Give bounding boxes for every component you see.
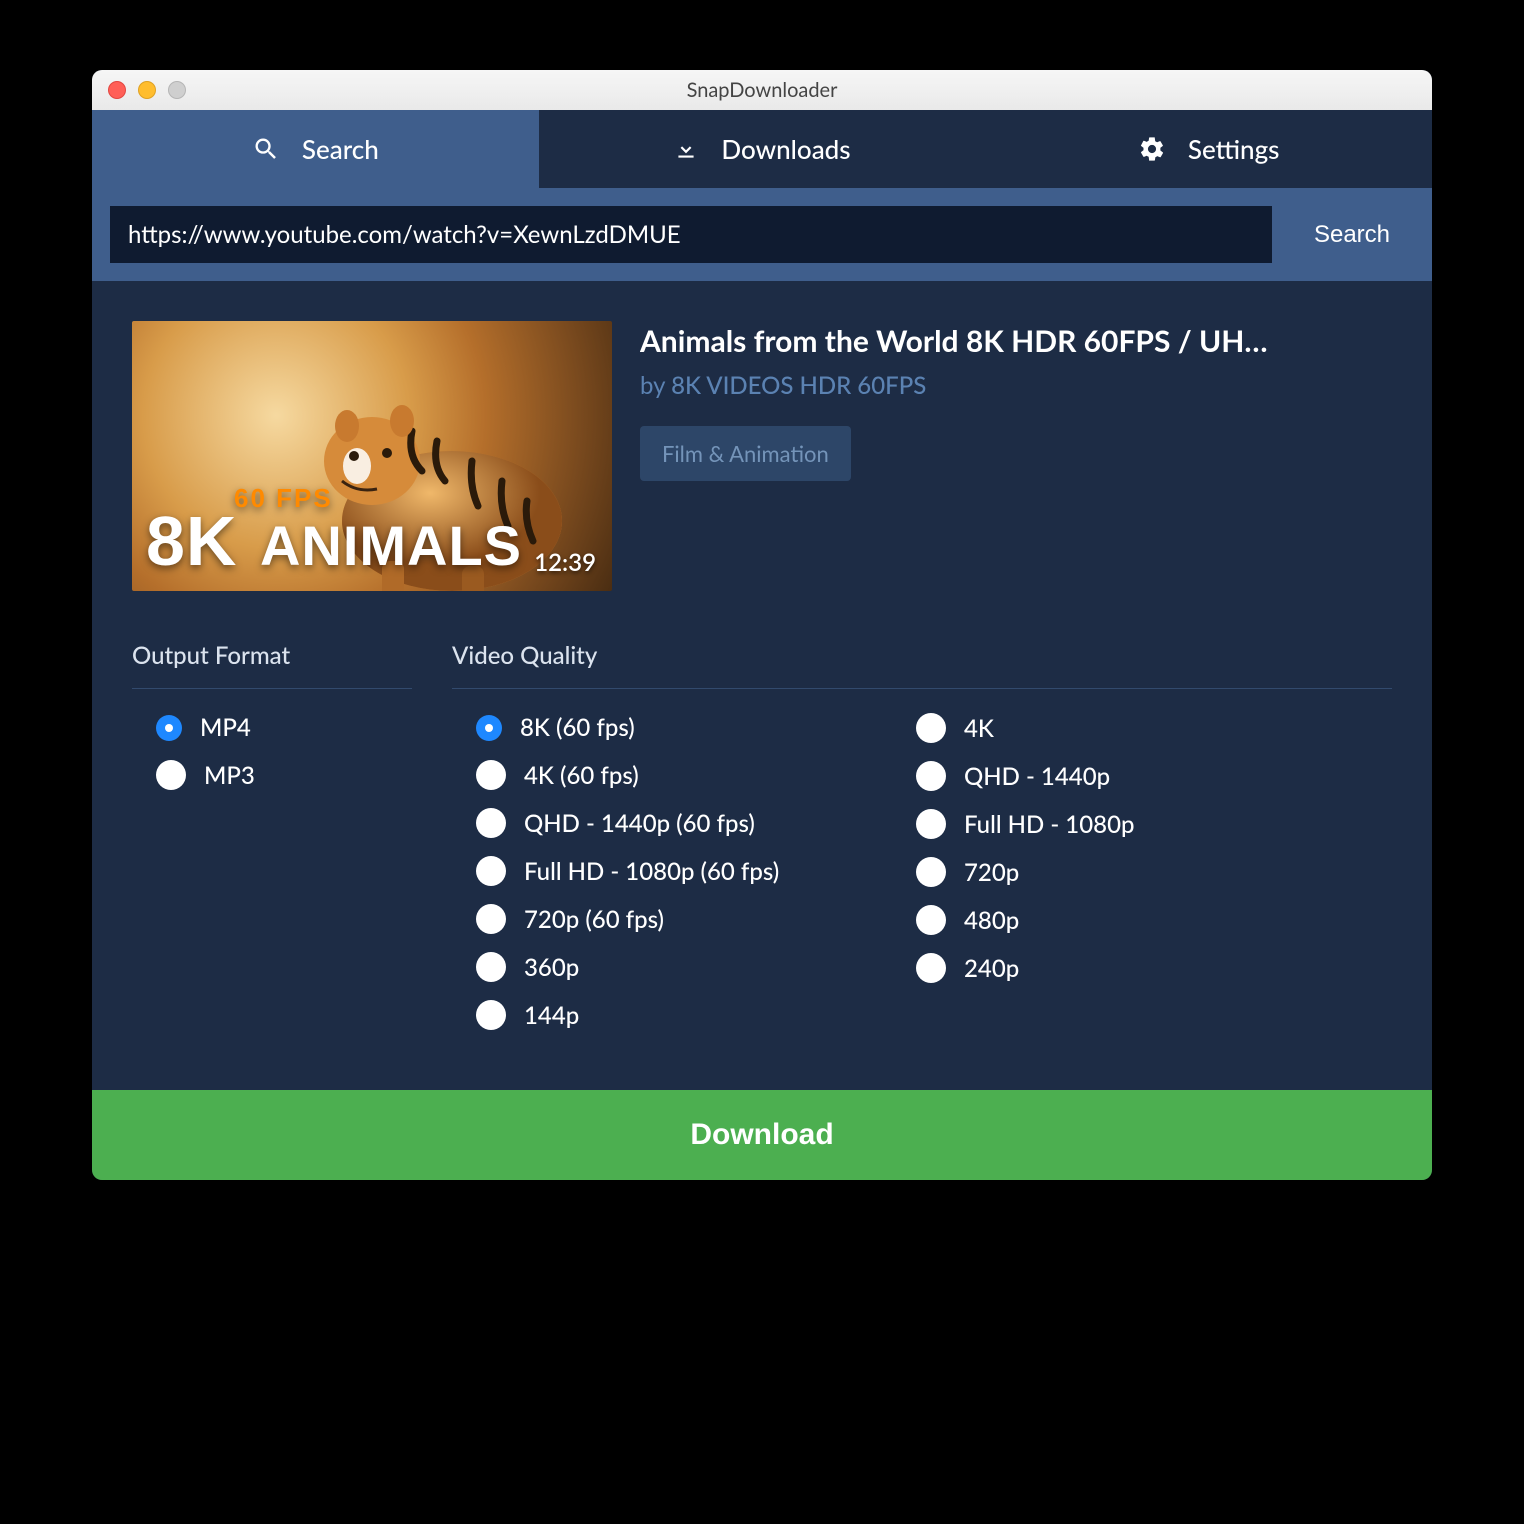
quality-label: 4K [964,714,994,743]
radio-circle-icon [156,715,182,741]
format-radio[interactable]: MP4 [156,713,412,742]
quality-radio[interactable]: 720p (60 fps) [476,904,832,934]
quality-radio[interactable]: 720p [916,857,1272,887]
quality-label: 720p [964,858,1019,887]
app-window: SnapDownloader Search Downloads Settings… [92,70,1432,1180]
thumbnail-8k-text: 8K [146,502,237,580]
quality-radio[interactable]: QHD - 1440p (60 fps) [476,808,832,838]
tab-search-label: Search [302,133,379,165]
tab-settings-label: Settings [1188,133,1280,165]
tab-downloads[interactable]: Downloads [539,110,986,188]
video-title: Animals from the World 8K HDR 60FPS / UH… [640,323,1392,359]
video-duration: 12:39 [534,548,596,577]
quality-radio[interactable]: 8K (60 fps) [476,713,832,742]
tab-settings[interactable]: Settings [985,110,1432,188]
format-radio[interactable]: MP3 [156,760,412,790]
radio-circle-icon [476,856,506,886]
quality-radio[interactable]: QHD - 1440p [916,761,1272,791]
radio-circle-icon [476,952,506,982]
video-quality-column: Video Quality 8K (60 fps) 4K (60 fps) QHD … [452,641,1392,1030]
quality-radio[interactable]: 4K (60 fps) [476,760,832,790]
thumbnail-overlay-text: 60 FPS 8K ANIMALS [146,487,522,573]
radio-circle-icon [476,760,506,790]
video-quality-title: Video Quality [452,641,1392,689]
url-search-bar: Search [92,188,1432,281]
quality-label: QHD - 1440p [964,762,1110,791]
titlebar: SnapDownloader [92,70,1432,110]
video-meta: Animals from the World 8K HDR 60FPS / UH… [640,321,1392,481]
quality-label: QHD - 1440p (60 fps) [524,809,755,838]
format-label: MP4 [200,713,251,742]
download-icon [673,136,699,162]
video-channel-line: by 8K VIDEOS HDR 60FPS [640,371,1392,400]
gear-icon [1138,135,1166,163]
options-row: Output Format MP4 MP3 Video Quality 8K (6… [132,641,1392,1030]
radio-circle-icon [916,953,946,983]
quality-radio-grid: 8K (60 fps) 4K (60 fps) QHD - 1440p (60 fp… [452,713,1392,1030]
output-format-title: Output Format [132,641,412,689]
main-tabs: Search Downloads Settings [92,110,1432,188]
thumbnail-animals-text: ANIMALS [260,514,522,577]
quality-label: 720p (60 fps) [524,905,664,934]
radio-circle-icon [476,808,506,838]
quality-label: 360p [524,953,579,982]
thumbnail-fps-text: 60 FPS [234,487,522,510]
video-thumbnail[interactable]: 60 FPS 8K ANIMALS 12:39 [132,321,612,591]
window-title: SnapDownloader [92,78,1432,102]
content-area: 60 FPS 8K ANIMALS 12:39 Animals from the… [92,281,1432,1090]
quality-radio[interactable]: 480p [916,905,1272,935]
quality-label: Full HD - 1080p (60 fps) [524,857,779,886]
quality-label: Full HD - 1080p [964,810,1135,839]
radio-circle-icon [476,904,506,934]
tab-downloads-label: Downloads [721,133,850,165]
quality-label: 240p [964,954,1019,983]
radio-circle-icon [916,761,946,791]
download-button[interactable]: Download [92,1090,1432,1180]
search-button[interactable]: Search [1272,206,1432,263]
video-info-row: 60 FPS 8K ANIMALS 12:39 Animals from the… [132,321,1392,591]
quality-radio[interactable]: 240p [916,953,1272,983]
search-icon [252,135,280,163]
quality-label: 480p [964,906,1019,935]
radio-circle-icon [156,760,186,790]
url-input[interactable] [110,206,1272,263]
radio-circle-icon [916,809,946,839]
quality-label: 8K (60 fps) [520,713,635,742]
category-chip[interactable]: Film & Animation [640,426,851,481]
channel-name[interactable]: 8K VIDEOS HDR 60FPS [671,371,926,400]
tab-search[interactable]: Search [92,110,539,188]
radio-circle-icon [916,905,946,935]
by-prefix: by [640,371,671,400]
radio-circle-icon [916,857,946,887]
quality-radio-col-1: 8K (60 fps) 4K (60 fps) QHD - 1440p (60 fp… [452,713,832,1030]
quality-radio[interactable]: Full HD - 1080p [916,809,1272,839]
radio-circle-icon [916,713,946,743]
format-radio-list: MP4 MP3 [132,713,412,790]
quality-label: 4K (60 fps) [524,761,639,790]
quality-label: 144p [524,1001,579,1030]
quality-radio[interactable]: 144p [476,1000,832,1030]
quality-radio[interactable]: Full HD - 1080p (60 fps) [476,856,832,886]
quality-radio[interactable]: 4K [916,713,1272,743]
radio-circle-icon [476,715,502,741]
output-format-column: Output Format MP4 MP3 [132,641,412,1030]
radio-circle-icon [476,1000,506,1030]
format-label: MP3 [204,761,255,790]
quality-radio-col-2: 4K QHD - 1440p Full HD - 1080p 720p 480p 240p [892,713,1272,1030]
quality-radio[interactable]: 360p [476,952,832,982]
